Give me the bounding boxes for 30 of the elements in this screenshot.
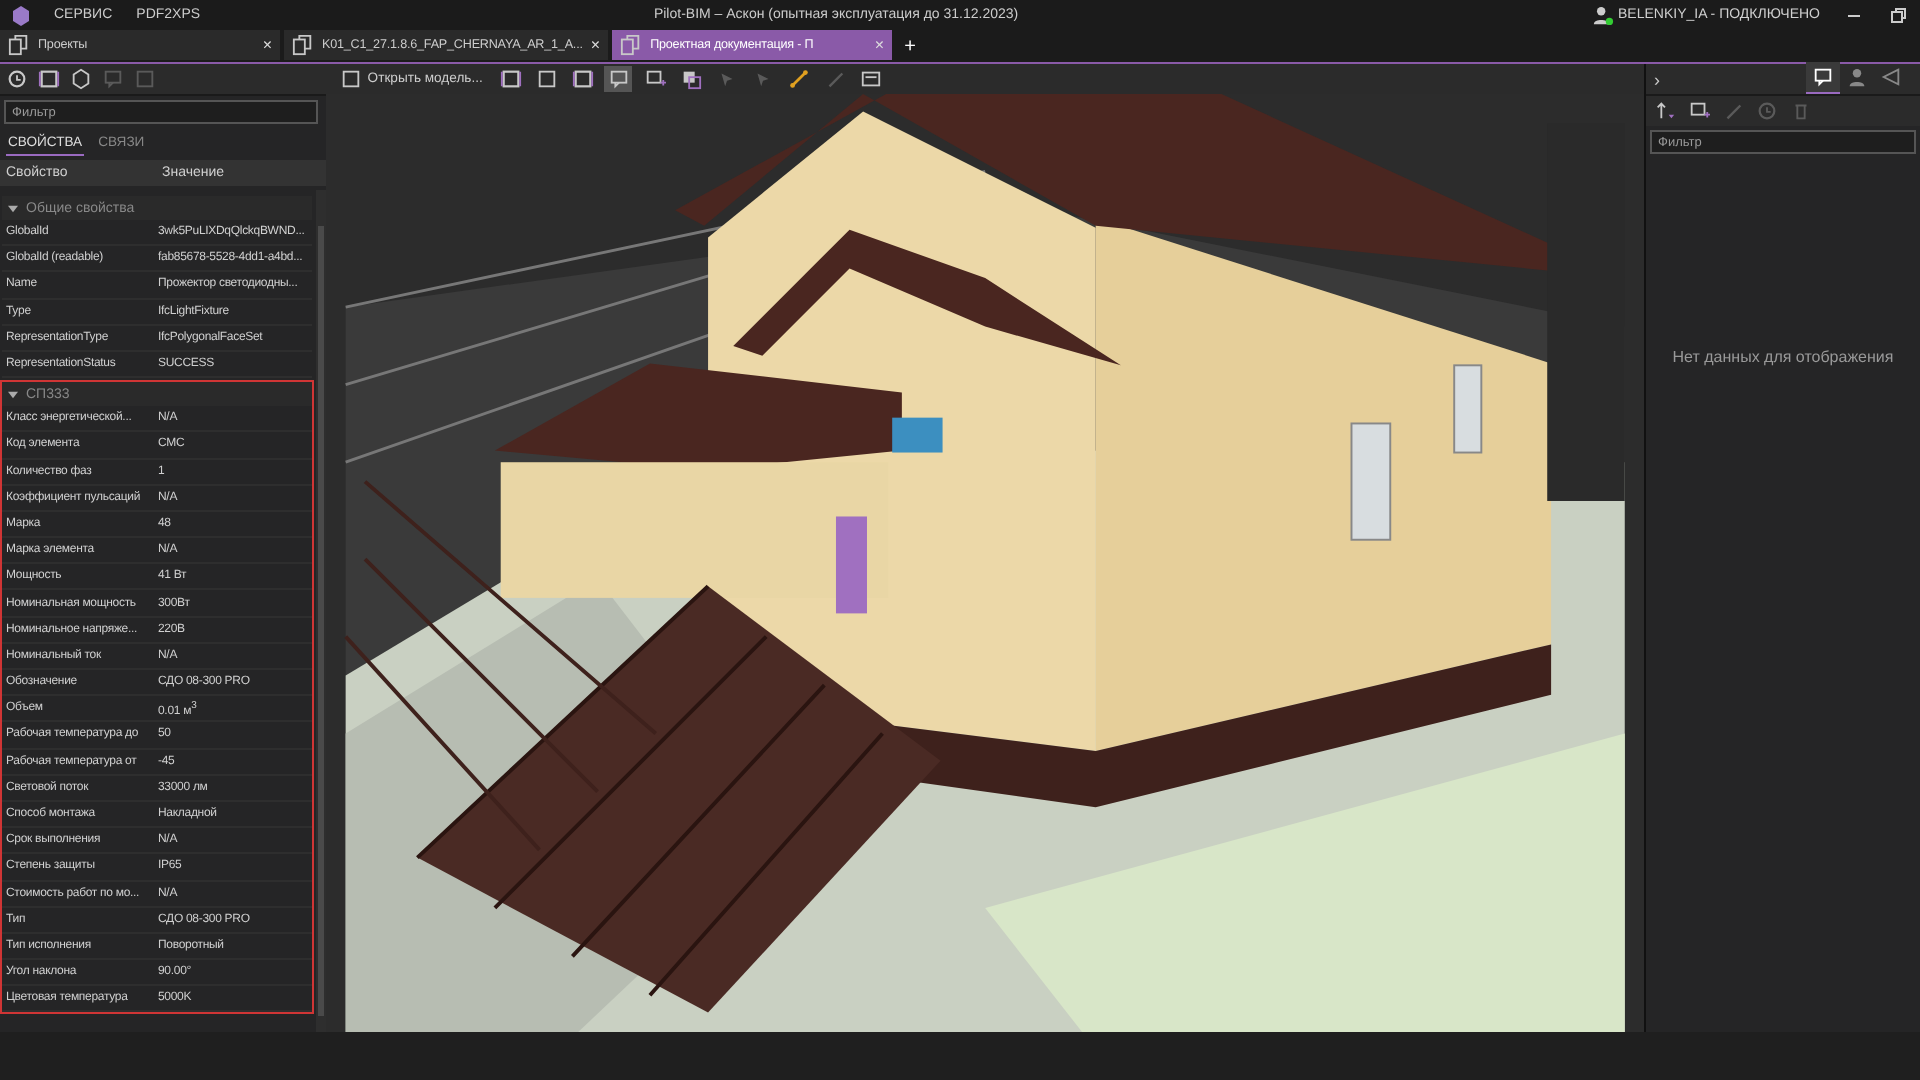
documents-icon bbox=[620, 34, 643, 56]
close-icon[interactable]: × bbox=[874, 36, 885, 54]
history-icon[interactable] bbox=[6, 68, 28, 90]
frame-icon[interactable] bbox=[571, 68, 594, 90]
user-status-icon bbox=[1592, 4, 1614, 26]
sort-icon[interactable] bbox=[1654, 100, 1676, 122]
empty-message: Нет данных для отображения bbox=[1670, 348, 1896, 366]
arrow-left-icon bbox=[1880, 66, 1902, 88]
close-icon[interactable]: × bbox=[590, 36, 601, 54]
documents-icon bbox=[292, 34, 314, 56]
comment-icon[interactable] bbox=[607, 68, 630, 90]
box-icon[interactable] bbox=[535, 68, 558, 90]
restore-icon[interactable] bbox=[1888, 5, 1908, 25]
cube-icon[interactable] bbox=[70, 68, 92, 90]
frame-icon[interactable] bbox=[38, 68, 60, 90]
comment-icon bbox=[1812, 66, 1834, 88]
person-icon bbox=[1846, 66, 1868, 88]
new-tab-icon[interactable]: + bbox=[896, 35, 924, 57]
measure-icon[interactable] bbox=[787, 68, 810, 90]
documents-icon bbox=[8, 34, 30, 56]
app-logo-icon bbox=[12, 5, 30, 25]
frame-icon[interactable] bbox=[499, 68, 522, 90]
screen-icon[interactable] bbox=[859, 68, 882, 90]
box-icon bbox=[339, 68, 362, 90]
scrollbar[interactable] bbox=[315, 190, 326, 1032]
comment-add-icon[interactable] bbox=[643, 68, 666, 90]
layers-icon[interactable] bbox=[679, 68, 702, 90]
close-icon[interactable]: × bbox=[262, 36, 272, 54]
panel-tab[interactable] bbox=[1806, 62, 1840, 96]
comment-add-icon[interactable] bbox=[1688, 100, 1710, 122]
